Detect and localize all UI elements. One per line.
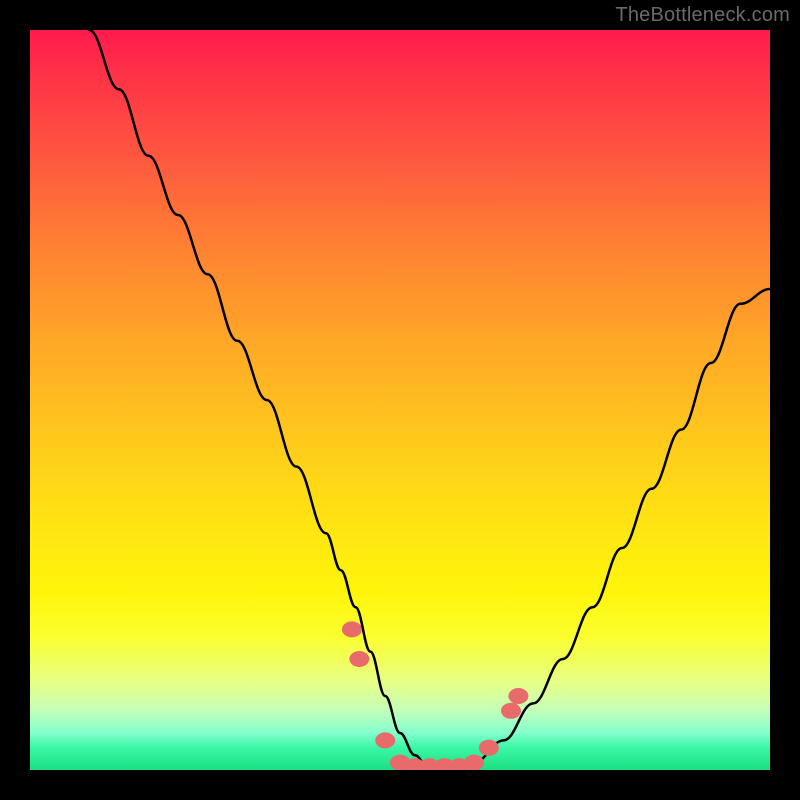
curve-markers — [342, 621, 529, 770]
chart-container: TheBottleneck.com — [0, 0, 800, 800]
curve-marker — [479, 740, 499, 756]
curve-line — [89, 30, 770, 770]
curve-marker — [375, 732, 395, 748]
chart-svg — [30, 30, 770, 770]
curve-marker — [342, 621, 362, 637]
curve-marker — [501, 703, 521, 719]
curve-marker — [508, 688, 528, 704]
curve-marker — [464, 755, 484, 770]
curve-marker — [349, 651, 369, 667]
watermark-text: TheBottleneck.com — [615, 4, 790, 27]
plot-area — [30, 30, 770, 770]
